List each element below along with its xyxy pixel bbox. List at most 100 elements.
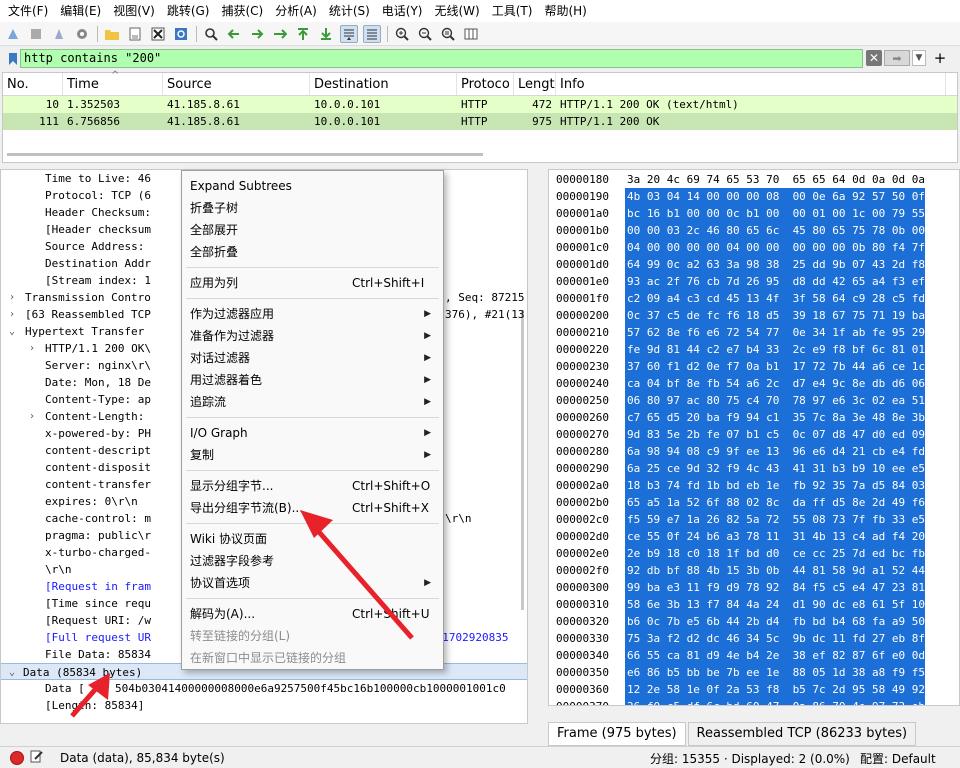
tree-node-label: Header Checksum:: [45, 206, 151, 219]
column-header[interactable]: No.: [3, 73, 63, 95]
tree-node[interactable]: [Length: 85834]: [1, 697, 527, 714]
tree-node-label: Date: Mon, 18 De: [45, 376, 151, 389]
menu-0[interactable]: 文件(F): [4, 0, 52, 22]
packet-cell-dst: 10.0.0.101: [314, 98, 381, 111]
column-header[interactable]: Destination: [310, 73, 457, 95]
context-menu-item[interactable]: 导出分组字节流(B)... Ctrl+Shift+X: [182, 497, 443, 519]
clear-filter-icon[interactable]: ✕: [866, 50, 882, 66]
context-menu-item[interactable]: 过滤器字段参考: [182, 550, 443, 572]
go-forward-icon[interactable]: [248, 25, 266, 43]
context-menu-item[interactable]: 作为过滤器应用 ▶: [182, 303, 443, 325]
expert-info-icon[interactable]: [10, 750, 24, 765]
hex-bytes: fe 9d 81 44 c2 e7 b4 33 2c e9 f8 bf 6c 8…: [625, 341, 926, 358]
tree-node-label: content-transfer: [45, 478, 151, 491]
hex-offset: 000002e0: [556, 547, 609, 560]
context-menu-item[interactable]: 应用为列 Ctrl+Shift+I: [182, 272, 443, 294]
expand-icon[interactable]: ›: [27, 408, 37, 425]
menu-2[interactable]: 视图(V): [109, 0, 159, 22]
column-header[interactable]: Protoco: [457, 73, 514, 95]
context-menu-item[interactable]: 显示分组字节... Ctrl+Shift+O: [182, 475, 443, 497]
menu-item-label: 协议首选项: [190, 576, 251, 590]
zoom-out-icon[interactable]: [416, 25, 434, 43]
context-menu-item[interactable]: 追踪流 ▶: [182, 391, 443, 413]
hex-offset: 00000260: [556, 411, 609, 424]
context-menu-item[interactable]: Wiki 协议页面: [182, 528, 443, 550]
packet-cell-proto: HTTP: [461, 98, 488, 111]
menu-10[interactable]: 帮助(H): [540, 0, 590, 22]
collapse-icon[interactable]: ⌄: [7, 664, 17, 681]
context-menu-item[interactable]: 复制 ▶: [182, 444, 443, 466]
context-menu-item[interactable]: I/O Graph ▶: [182, 422, 443, 444]
display-filter-input[interactable]: http contains "200": [20, 49, 863, 68]
menu-9[interactable]: 工具(T): [488, 0, 537, 22]
zoom-reset-icon[interactable]: [439, 25, 457, 43]
expand-icon[interactable]: ›: [27, 340, 37, 357]
hex-bytes: 2e b9 18 c0 18 1f bd d0 ce cc 25 7d ed b…: [625, 545, 926, 562]
hex-bytes: 0c 37 c5 de fc f6 18 d5 39 18 67 75 71 1…: [625, 307, 926, 324]
hex-bytes: c2 09 a4 c3 cd 45 13 4f 3f 58 64 c9 28 c…: [625, 290, 926, 307]
go-last-icon[interactable]: [317, 25, 335, 43]
tab-reassembled-tcp[interactable]: Reassembled TCP (86233 bytes): [687, 722, 917, 746]
menu-4[interactable]: 捕获(C): [217, 0, 267, 22]
go-back-icon[interactable]: [225, 25, 243, 43]
hex-bytes: 64 99 0c a2 63 3a 98 38 25 dd 9b 07 43 2…: [625, 256, 926, 273]
hex-bytes: 58 6e 3b 13 f7 84 4a 24 d1 90 dc e8 61 5…: [625, 596, 926, 613]
context-menu-item[interactable]: 对话过滤器 ▶: [182, 347, 443, 369]
collapse-icon[interactable]: ⌄: [7, 323, 17, 340]
menu-1[interactable]: 编辑(E): [56, 0, 105, 22]
submenu-arrow-icon: ▶: [424, 450, 431, 460]
menu-5[interactable]: 分析(A): [271, 0, 321, 22]
packet-list-scrollbar[interactable]: [7, 153, 483, 156]
packet-row[interactable]: 10 1.352503 41.185.8.61 10.0.0.101 HTTP 472 HT…: [3, 96, 957, 113]
context-menu-item[interactable]: Expand Subtrees: [182, 175, 443, 197]
context-menu-item[interactable]: 全部折叠: [182, 241, 443, 263]
resize-columns-icon[interactable]: [462, 25, 480, 43]
close-file-icon[interactable]: [149, 25, 167, 43]
context-menu-item[interactable]: 用过滤器着色 ▶: [182, 369, 443, 391]
tree-node-label: Source Address:: [45, 240, 145, 253]
autoscroll-icon[interactable]: [340, 24, 358, 43]
column-header[interactable]: Source: [163, 73, 310, 95]
go-first-icon[interactable]: [294, 25, 312, 43]
hex-offset: 000001f0: [556, 292, 609, 305]
menu-7[interactable]: 电话(Y): [378, 0, 427, 22]
edit-comment-icon[interactable]: [30, 749, 46, 766]
save-file-icon[interactable]: [126, 25, 144, 43]
filter-history-dropdown[interactable]: ▼: [912, 50, 926, 66]
context-menu-item[interactable]: 协议首选项 ▶: [182, 572, 443, 594]
open-file-icon[interactable]: [103, 25, 121, 43]
capture-options-icon[interactable]: [73, 25, 91, 43]
profile-indicator[interactable]: 配置: Default: [860, 750, 936, 767]
tree-node[interactable]: Data [504b03041400000008000e6a9257500f45…: [1, 680, 527, 697]
packet-cell-len: 472: [532, 98, 552, 111]
restart-capture-icon[interactable]: [50, 25, 68, 43]
expand-icon[interactable]: ›: [7, 306, 17, 323]
context-menu-item[interactable]: 准备作为过滤器 ▶: [182, 325, 443, 347]
go-to-packet-icon[interactable]: [271, 25, 289, 43]
context-menu-item[interactable]: 全部展开: [182, 219, 443, 241]
add-filter-button[interactable]: +: [932, 48, 948, 68]
expand-icon[interactable]: ›: [7, 289, 17, 306]
column-header[interactable]: Lengt: [514, 73, 556, 95]
tree-node-label: Time to Live: 46: [45, 172, 151, 185]
tree-node-tail: , Seq: 87215: [445, 291, 525, 304]
apply-filter-button[interactable]: ➡: [884, 50, 910, 66]
context-menu-item[interactable]: 折叠子树: [182, 197, 443, 219]
stop-capture-icon[interactable]: [27, 25, 45, 43]
menu-8[interactable]: 无线(W): [431, 0, 484, 22]
zoom-in-icon[interactable]: [393, 25, 411, 43]
menu-6[interactable]: 统计(S): [325, 0, 374, 22]
find-packet-icon[interactable]: [202, 25, 220, 43]
hex-offset: 00000200: [556, 309, 609, 322]
packet-cell-no: 111: [39, 115, 59, 128]
tab-frame-bytes[interactable]: Frame (975 bytes): [548, 722, 686, 746]
colorize-icon[interactable]: [363, 24, 381, 43]
tree-node-label: pragma: public\r: [45, 529, 151, 542]
submenu-arrow-icon: ▶: [424, 428, 431, 438]
menu-3[interactable]: 跳转(G): [163, 0, 214, 22]
context-menu-item[interactable]: 解码为(A)... Ctrl+Shift+U: [182, 603, 443, 625]
packet-row[interactable]: 111 6.756856 41.185.8.61 10.0.0.101 HTTP 975 H…: [3, 113, 957, 130]
reload-file-icon[interactable]: [172, 25, 190, 43]
column-header[interactable]: Info: [556, 73, 946, 95]
start-capture-icon[interactable]: [4, 25, 22, 43]
